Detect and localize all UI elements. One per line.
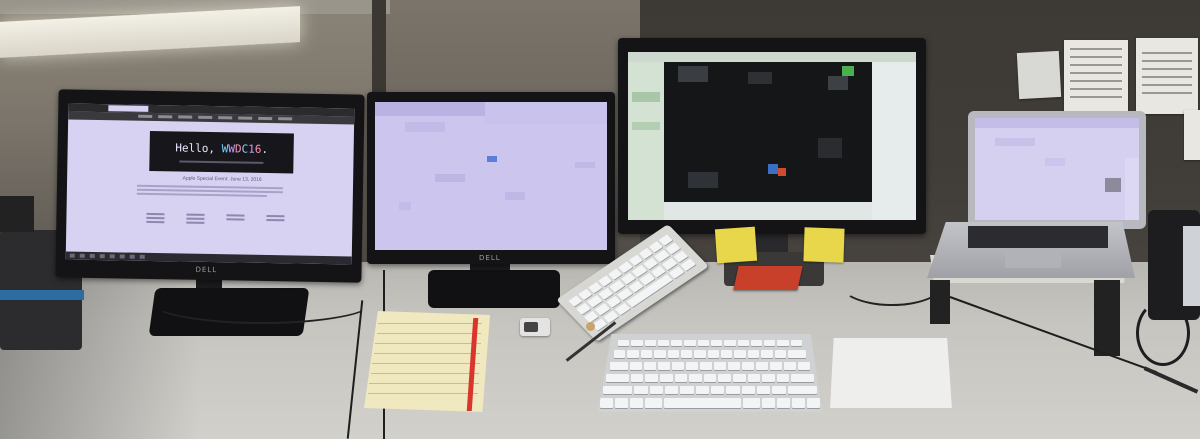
- laptop-trackpad: [1005, 252, 1061, 268]
- footer-link: [146, 216, 165, 219]
- footer-link: [186, 217, 205, 220]
- monitor-center: DELL: [367, 92, 615, 264]
- cable: [840, 262, 944, 306]
- monitor-base-center: [428, 270, 560, 308]
- footer-link: [186, 213, 205, 216]
- binder-spine: [0, 290, 84, 300]
- footer-link: [146, 212, 165, 215]
- laptop-keyboard: [968, 226, 1108, 248]
- workstation-photo: Hello, WWDC16. Apple Special Event. June…: [0, 0, 1200, 439]
- hero-subline: [179, 160, 264, 164]
- paragraph-line: [136, 192, 267, 197]
- footer-link: [266, 214, 285, 217]
- pinned-note: [1016, 50, 1062, 100]
- event-subtitle: Apple Special Event. June 13, 2016: [182, 175, 262, 183]
- usb-device-face: [524, 322, 538, 332]
- pinned-sheet: [1184, 110, 1200, 160]
- os-taskbar: [65, 251, 352, 265]
- dell-logo: DELL: [479, 254, 501, 262]
- apple-keyboard: [598, 334, 822, 412]
- browser-screen: Hello, WWDC16. Apple Special Event. June…: [65, 103, 355, 265]
- footer-link: [186, 221, 205, 224]
- pixelated-screen: [628, 52, 916, 220]
- sticky-note: [803, 227, 845, 263]
- sticky-note: [714, 226, 758, 264]
- footer-link: [226, 214, 245, 217]
- monitor-right: [618, 38, 926, 234]
- footer-link: [226, 218, 245, 221]
- lamp-base: [0, 196, 34, 232]
- phone-keypad: [1183, 226, 1200, 306]
- pixelated-screen: [375, 102, 607, 250]
- footer-link: [146, 220, 165, 223]
- dell-logo: DELL: [195, 265, 218, 275]
- hero-text: Hello, WWDC16.: [175, 141, 269, 157]
- laptop-screen: [975, 118, 1139, 220]
- phone-cord: [1136, 300, 1190, 366]
- pinned-sheet: [1136, 38, 1198, 114]
- monitor-left: Hello, WWDC16. Apple Special Event. June…: [55, 89, 365, 283]
- red-notepad: [733, 266, 803, 290]
- wwdc-hero-banner: Hello, WWDC16.: [149, 130, 294, 174]
- magic-trackpad: [830, 338, 952, 408]
- browser-tab: [108, 105, 149, 112]
- footer-link: [266, 218, 285, 221]
- coin: [586, 322, 595, 331]
- pinned-sheet: [1064, 40, 1128, 112]
- riser-leg: [1094, 280, 1120, 356]
- cable: [150, 280, 374, 324]
